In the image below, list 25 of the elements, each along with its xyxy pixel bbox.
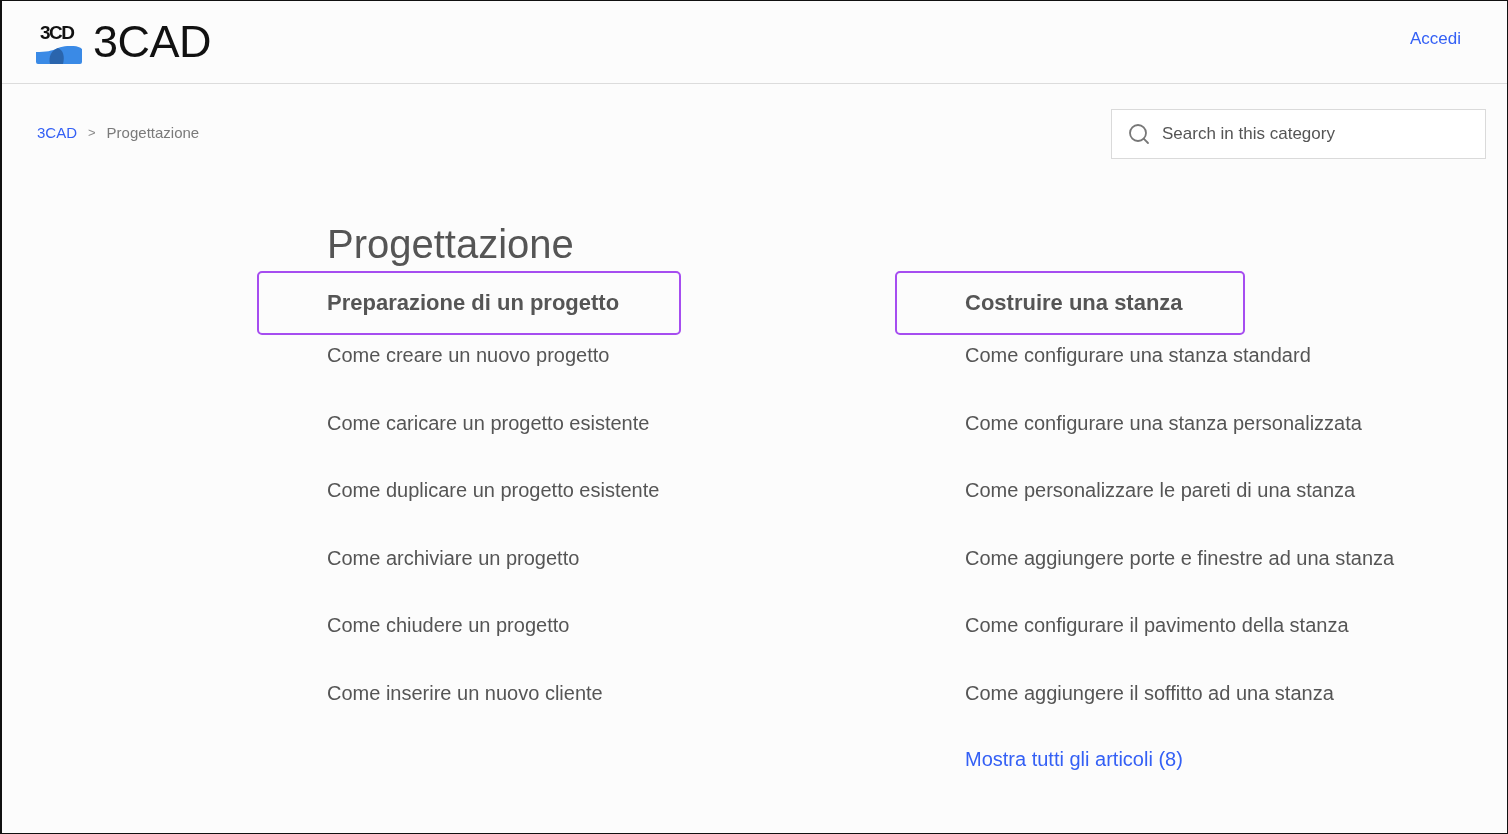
article-link[interactable]: Come configurare il pavimento della stanza [965, 613, 1395, 638]
article-link[interactable]: Come chiudere un progetto [327, 613, 660, 638]
article-link[interactable]: Come configurare una stanza personalizzata [965, 410, 1395, 435]
show-all-link[interactable]: Mostra tutti gli articoli (8) [965, 746, 1395, 771]
breadcrumb-separator: > [88, 125, 96, 140]
logo-mark-text: 3CD [39, 22, 74, 42]
article-link[interactable]: Come duplicare un progetto esistente [327, 478, 660, 503]
brand-name: 3CAD [93, 17, 212, 67]
article-link[interactable]: Come creare un nuovo progetto [327, 343, 660, 367]
page-title: Progettazione [327, 221, 574, 268]
article-link[interactable]: Come inserire un nuovo cliente [327, 680, 660, 705]
search-field[interactable]: Search in this category [1111, 109, 1486, 159]
breadcrumb-link[interactable]: 3CAD [37, 124, 77, 141]
highlighted-section-title: Preparazione di un progetto [257, 271, 682, 335]
search-icon [1127, 122, 1151, 146]
article-link[interactable]: Come aggiungere il soffitto ad una stanza [965, 680, 1395, 705]
article-link[interactable]: Come aggiungere porte e finestre ad una stanza [965, 545, 1395, 570]
article-link[interactable]: Come configurare una stanza standard [965, 343, 1395, 367]
breadcrumb-current[interactable]: Progettazione [106, 124, 200, 141]
article-link[interactable]: Come archiviare un progetto [327, 545, 660, 570]
logo-wave-icon [36, 45, 82, 64]
highlighted-section-title: Costruire una stanza [895, 271, 1245, 335]
sign-in-link[interactable]: Accedi [1409, 28, 1461, 49]
article-link[interactable]: Come caricare un progetto esistente [327, 410, 660, 435]
article-link[interactable]: Come personalizzare le pareti di una stanza [965, 478, 1395, 503]
